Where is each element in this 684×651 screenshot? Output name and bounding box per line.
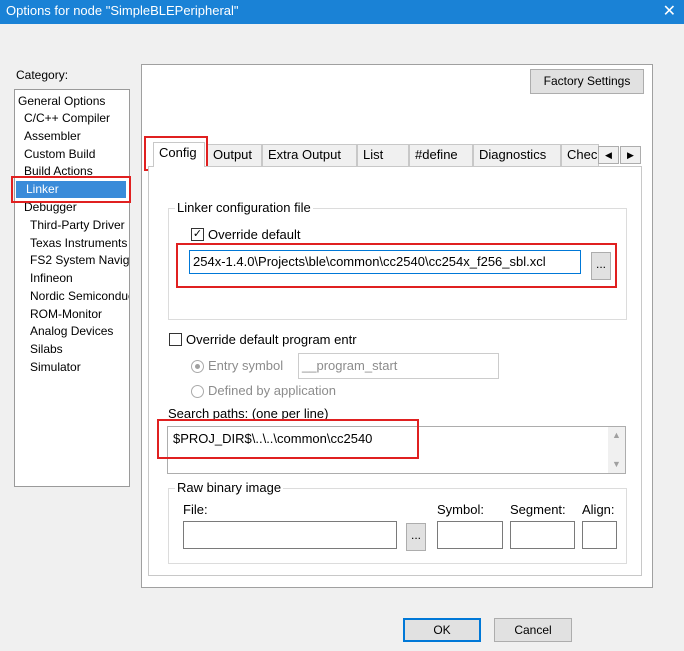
- linker-config-group-label: Linker configuration file: [175, 200, 313, 215]
- scroll-up-icon[interactable]: ▲: [608, 427, 625, 444]
- tab-define[interactable]: #define: [409, 144, 473, 166]
- category-label: Category:: [16, 68, 69, 82]
- category-item-analog-devices[interactable]: Analog Devices: [30, 323, 113, 340]
- raw-binary-browse-button[interactable]: ...: [406, 523, 426, 551]
- ok-button[interactable]: OK: [403, 618, 481, 642]
- window-title: Options for node "SimpleBLEPeripheral": [6, 3, 239, 18]
- category-item-general-options[interactable]: General Options: [18, 93, 105, 110]
- raw-binary-segment-input[interactable]: [510, 521, 575, 549]
- entry-symbol-input[interactable]: __program_start: [298, 353, 499, 379]
- tab-scroll-left-icon[interactable]: ◀: [598, 146, 619, 164]
- tab-diagnostics[interactable]: Diagnostics: [473, 144, 561, 166]
- override-default-checkbox[interactable]: ✓: [191, 228, 204, 241]
- defined-by-application-radio[interactable]: [191, 385, 204, 398]
- entry-symbol-label: Entry symbol: [208, 358, 284, 373]
- override-default-label: Override default: [208, 227, 301, 242]
- tab-checks[interactable]: Chec: [561, 144, 599, 166]
- cancel-button[interactable]: Cancel: [494, 618, 572, 642]
- tab-output[interactable]: Output: [207, 144, 262, 166]
- category-item-texas-instruments[interactable]: Texas Instruments: [30, 235, 127, 252]
- tab-list[interactable]: List: [357, 144, 409, 166]
- tab-extra-output[interactable]: Extra Output: [262, 144, 357, 166]
- category-item-nordic-semiconductor[interactable]: Nordic Semiconduc: [30, 288, 129, 305]
- factory-settings-button[interactable]: Factory Settings: [530, 69, 644, 94]
- tab-scroll: ◀ ▶: [598, 146, 642, 164]
- raw-binary-align-input[interactable]: [582, 521, 617, 549]
- defined-by-application-label: Defined by application: [208, 383, 336, 398]
- category-item-assembler[interactable]: Assembler: [24, 128, 81, 145]
- entry-symbol-radio[interactable]: [191, 360, 204, 373]
- category-item-third-party-driver[interactable]: Third-Party Driver: [30, 217, 125, 234]
- close-icon[interactable]: ✕: [663, 1, 676, 21]
- category-item-c-compiler[interactable]: C/C++ Compiler: [24, 110, 110, 127]
- raw-binary-segment-label: Segment:: [510, 502, 566, 517]
- raw-binary-file-input[interactable]: [183, 521, 397, 549]
- raw-binary-align-label: Align:: [582, 502, 615, 517]
- highlight-search-paths: [157, 419, 419, 459]
- raw-binary-file-label: File:: [183, 502, 208, 517]
- category-item-silabs[interactable]: Silabs: [30, 341, 63, 358]
- raw-binary-group-label: Raw binary image: [175, 480, 284, 495]
- search-paths-scrollbar[interactable]: ▲ ▼: [608, 427, 625, 473]
- override-program-entry-checkbox[interactable]: [169, 333, 182, 346]
- category-item-fs2-system-navigator[interactable]: FS2 System Navig: [30, 252, 129, 269]
- category-item-infineon[interactable]: Infineon: [30, 270, 73, 287]
- category-item-simulator[interactable]: Simulator: [30, 359, 81, 376]
- tab-scroll-right-icon[interactable]: ▶: [620, 146, 641, 164]
- raw-binary-symbol-input[interactable]: [437, 521, 503, 549]
- title-bar: Options for node "SimpleBLEPeripheral" ✕: [0, 0, 684, 24]
- override-program-entry-label: Override default program entr: [186, 332, 357, 347]
- highlight-config-file: [176, 243, 617, 288]
- scroll-down-icon[interactable]: ▼: [608, 456, 625, 473]
- category-item-custom-build[interactable]: Custom Build: [24, 146, 95, 163]
- raw-binary-symbol-label: Symbol:: [437, 502, 484, 517]
- tab-config[interactable]: Config: [153, 142, 205, 167]
- category-list[interactable]: General Options C/C++ Compiler Assembler…: [14, 89, 130, 487]
- category-item-rom-monitor[interactable]: ROM-Monitor: [30, 306, 102, 323]
- highlight-linker: [11, 176, 131, 203]
